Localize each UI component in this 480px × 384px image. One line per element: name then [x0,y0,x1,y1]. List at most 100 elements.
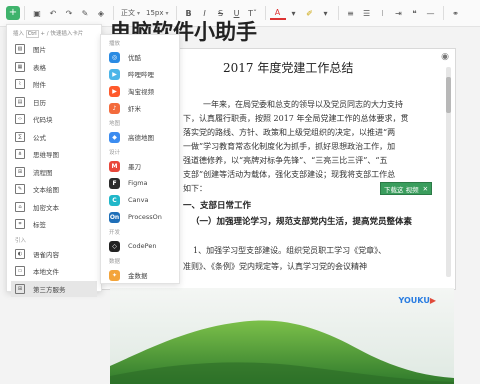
toolbar-divider [337,6,339,20]
formula-icon: ∑ [15,131,25,142]
insert-item-label: 流程图 [33,168,53,177]
image-icon: ▧ [15,44,25,54]
right-margin [460,48,480,384]
paragraph-line: 强道德修养，以“亮牌对标争先锋”、“三亮三比三评”、“五 [183,156,388,165]
insert-item-label: 日历 [33,98,46,107]
canva-icon: C [109,194,120,206]
import-item[interactable]: ◐ 语雀内容 [11,246,97,262]
grid-icon: ⊞ [15,283,25,294]
service-item[interactable]: ▶ 淘宝视频 [105,83,177,99]
taobao-video-icon: ▶ [109,85,120,97]
toolbar-divider [442,6,444,20]
insert-item[interactable]: ▤ 日历 [11,94,97,110]
insert-item-label: 加密文本 [33,203,59,212]
mindmap-icon: ⋔ [15,149,25,159]
link-icon[interactable]: ⚭ [448,0,464,26]
insert-item[interactable]: ⋔ 思维导图 [11,146,97,162]
redo-icon[interactable]: ↷ [61,0,77,26]
code-icon: ‹› [15,114,25,124]
eye-icon[interactable]: ◉ [441,52,449,62]
youku-logo: YOUKU▶ [398,296,436,305]
divider-icon[interactable]: — [423,0,439,26]
format-painter-icon[interactable]: ✎ [77,0,93,26]
insert-item[interactable]: ⌂ 加密文本 [11,199,97,215]
paragraph-line: 一做”学习教育常态化制度化为抓手，抓好思想政治工作，加 [183,142,396,151]
import-item-label: 语雀内容 [33,250,59,259]
service-item-label: ProcessOn [128,213,162,221]
undo-icon[interactable]: ↶ [45,0,61,26]
service-item-label: 金数据 [128,272,148,280]
import-item-label: 本地文件 [33,268,59,276]
service-section-label: 开发 [109,230,121,236]
close-icon[interactable]: ✕ [423,185,428,193]
service-section-label: 设计 [109,150,121,156]
jinshuju-icon: ✦ [109,269,120,281]
import-item[interactable]: ▭ 本地文件 [11,263,97,279]
video-embed[interactable]: YOUKU▶ [110,288,454,384]
align-icon[interactable]: ≡ [343,0,359,26]
insert-panel-hint: 插入 Ctrl + / 快速插入卡片 [13,30,84,38]
figma-icon: F [109,177,120,189]
insert-item[interactable]: ✎ 文本绘图 [11,181,97,197]
insert-item[interactable]: ⌗ 标签 [11,216,97,232]
service-item-label: 墨刀 [128,163,141,171]
service-item[interactable]: On ProcessOn [105,209,177,225]
amap-icon: ◆ [109,131,120,143]
insert-card-panel: 插入 Ctrl + / 快速插入卡片 ▧ 图片 ▦ 表格 ⌇ 附件 ▤ 日历 ‹› 代码块 ∑ 公式 ⋔… [6,24,102,297]
insert-item[interactable]: ∑ 公式 [11,129,97,145]
service-item[interactable]: ◎ 优酷 [105,49,177,65]
indent-icon[interactable]: ⇥ [391,0,407,26]
highlight-icon[interactable]: ✐ [302,0,318,26]
insert-card-button[interactable]: + [6,6,20,20]
service-item[interactable]: ▶ 哔哩哔哩 [105,66,177,82]
paragraph-line: 支部”创建等活动为载体，强化支部建设；现我将支部工作总 [183,170,396,179]
import-item[interactable]: ⊞ 第三方服务 [11,280,97,297]
insert-item[interactable]: ‹› 代码块 [11,111,97,127]
toolbar-divider [24,6,25,20]
insert-item-label: 代码块 [33,116,53,124]
ordered-list-icon[interactable]: ☰ [359,0,375,26]
quote-icon[interactable]: ❝ [407,0,423,26]
bullet-list-icon[interactable]: ⁝ [375,0,391,26]
service-item[interactable]: C Canva [105,192,177,208]
bilibili-icon: ▶ [109,68,120,80]
flowchart-icon: ⊞ [15,166,25,177]
insert-item[interactable]: ⌇ 附件 [11,76,97,92]
save-icon[interactable]: ▣ [29,0,45,26]
paragraph-line: 如下： [183,184,207,193]
scrollbar[interactable] [446,67,451,277]
paragraph-line: 准则》、《条例》党内规定等，认真学习党的会议精神 [183,262,367,271]
chevron-down-icon[interactable]: ▾ [318,0,334,26]
font-color-button[interactable]: A [269,6,286,20]
codepen-icon: ◇ [109,240,120,252]
paperclip-icon: ⌇ [15,79,25,89]
download-video-bar[interactable]: 下载这 视频 ✕ [380,182,433,195]
service-item-label: 优酷 [128,54,141,62]
service-item[interactable]: ◇ CodePen [105,238,177,254]
download-video-label: 下载这 视频 [384,185,419,194]
section-heading: 一、支部日常工作 [183,201,252,211]
insert-item-label: 图片 [33,46,46,54]
third-party-services-panel: 播放 ◎ 优酷 ▶ 哔哩哔哩 ▶ 淘宝视频 ♪ 虾米 地图 ◆ 高德地图 设计 M 墨刀 F Figma C Can… [100,34,180,284]
insert-item[interactable]: ▦ 表格 [11,59,97,75]
insert-item[interactable]: ⊞ 流程图 [11,164,97,180]
document-title: 2017 年度党建工作总结 [223,61,354,75]
paragraph-line: 落实党的路线、方针、政策和上级党组织的决定，以推进“两 [183,128,396,137]
scrollbar-thumb[interactable] [446,77,451,113]
insert-item[interactable]: ▧ 图片 [11,41,97,57]
subsection-heading: （一）加强理论学习，规范支部党内生活，提高党员整体素 [191,217,413,227]
insert-item-label: 表格 [33,63,46,72]
import-section-label: 引入 [15,237,27,244]
chevron-down-icon[interactable]: ▾ [286,0,302,26]
service-item[interactable]: ✦ 金数据 [105,267,177,283]
paragraph-line: 下，认真履行职责，按照 2017 年全局党建工作的总体要求，贯 [183,114,409,123]
paragraph-line: 1、加强学习型支部建设。组织党员职工学习《党章》、 [193,246,387,255]
yuque-icon: ◐ [15,248,25,259]
service-item[interactable]: F Figma [105,175,177,191]
service-item[interactable]: ◆ 高德地图 [105,129,177,145]
service-item[interactable]: ♪ 虾米 [105,100,177,116]
clear-format-icon[interactable]: ◈ [93,0,109,26]
import-item-label: 第三方服务 [33,285,66,294]
service-item[interactable]: M 墨刀 [105,158,177,174]
service-item-label: 虾米 [128,105,141,113]
